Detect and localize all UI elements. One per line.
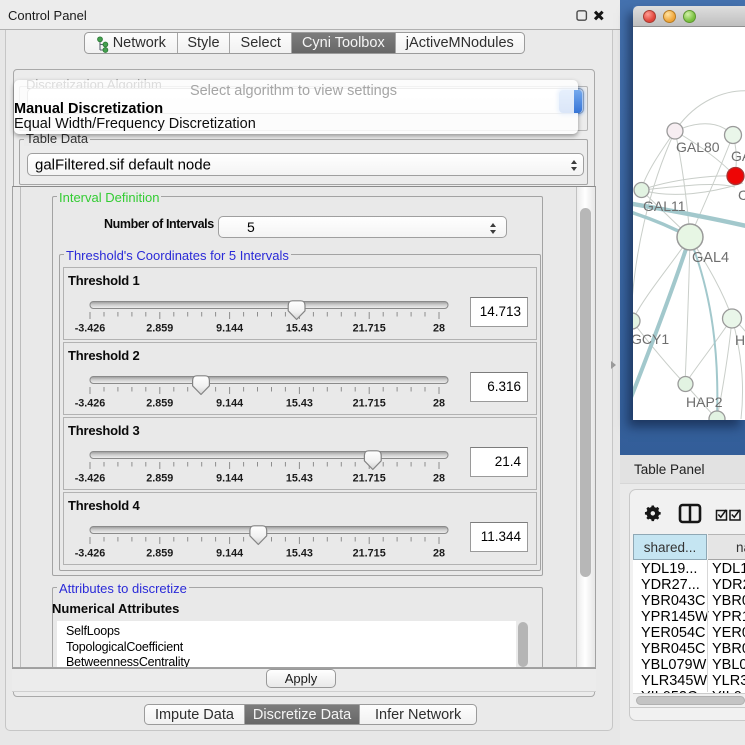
- svg-text:15.43: 15.43: [286, 548, 313, 560]
- svg-text:9.144: 9.144: [216, 398, 243, 410]
- svg-text:2.859: 2.859: [146, 398, 173, 410]
- svg-text:9.144: 9.144: [216, 548, 243, 560]
- svg-text:H: H: [735, 332, 745, 348]
- svg-text:28: 28: [433, 473, 445, 485]
- svg-text:15.43: 15.43: [286, 398, 313, 410]
- svg-text:28: 28: [433, 398, 445, 410]
- svg-text:-3.426: -3.426: [75, 473, 106, 485]
- svg-text:2.859: 2.859: [146, 323, 173, 335]
- svg-text:21.715: 21.715: [353, 473, 386, 485]
- svg-text:28: 28: [433, 548, 445, 560]
- svg-text:21.715: 21.715: [353, 548, 386, 560]
- svg-text:2.859: 2.859: [146, 473, 173, 485]
- svg-text:-3.426: -3.426: [75, 323, 106, 335]
- svg-text:28: 28: [433, 323, 445, 335]
- svg-text:GA: GA: [731, 148, 745, 164]
- svg-text:-3.426: -3.426: [75, 548, 106, 560]
- svg-text:21.715: 21.715: [353, 323, 386, 335]
- svg-text:-3.426: -3.426: [75, 398, 106, 410]
- svg-text:9.144: 9.144: [216, 323, 243, 335]
- svg-text:9.144: 9.144: [216, 473, 243, 485]
- svg-text:2.859: 2.859: [146, 548, 173, 560]
- svg-text:GAL80: GAL80: [676, 139, 720, 155]
- svg-text:GAL11: GAL11: [643, 198, 686, 214]
- svg-text:HAP2: HAP2: [686, 394, 723, 410]
- svg-text:21.715: 21.715: [353, 398, 386, 410]
- svg-text:GAL4: GAL4: [692, 250, 729, 266]
- svg-text:15.43: 15.43: [286, 323, 313, 335]
- svg-text:15.43: 15.43: [286, 473, 313, 485]
- svg-text:C: C: [738, 187, 745, 203]
- svg-text:GCY1: GCY1: [633, 331, 669, 347]
